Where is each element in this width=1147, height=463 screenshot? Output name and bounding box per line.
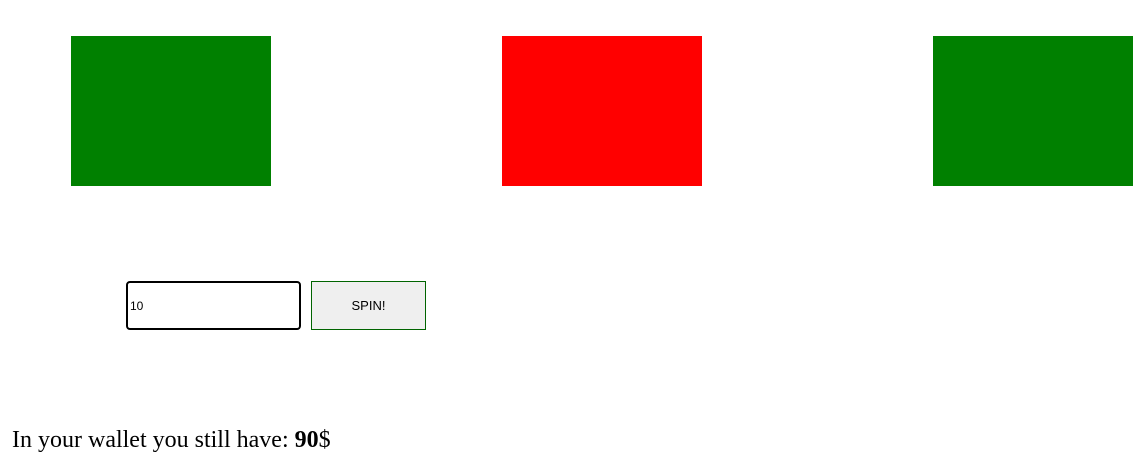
wallet-label: In your wallet you still have: (12, 427, 295, 453)
bet-amount-input[interactable] (126, 281, 301, 330)
slot-reel-right (933, 36, 1133, 186)
slot-reel-left (71, 36, 271, 186)
spin-button[interactable]: SPIN! (311, 281, 426, 330)
slot-reel-middle (502, 36, 702, 186)
wallet-amount: 90 (294, 427, 319, 453)
wallet-status: In your wallet you still have: 90$ (12, 426, 331, 454)
wallet-currency: $ (318, 427, 331, 453)
